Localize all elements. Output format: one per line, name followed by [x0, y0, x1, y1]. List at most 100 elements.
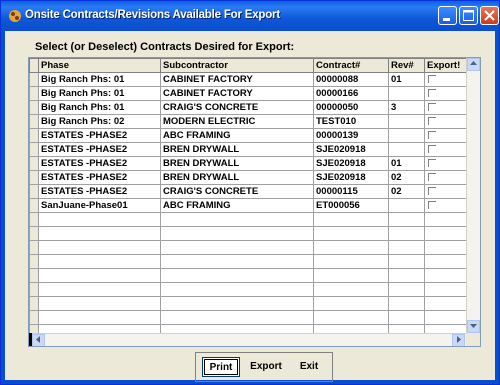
button-panel: Print Export Exit [195, 352, 333, 382]
table-row[interactable] [29, 226, 467, 241]
cell-rev [388, 226, 425, 241]
export-checkbox[interactable] [428, 75, 436, 83]
horizontal-scrollbar[interactable] [29, 333, 480, 346]
scroll-down-button[interactable] [467, 320, 480, 333]
export-checkbox[interactable] [428, 201, 436, 209]
scroll-up-button[interactable] [467, 58, 480, 71]
title-bar[interactable]: Onsite Contracts/Revisions Available For… [1, 1, 499, 31]
cell-subcontractor: ABC FRAMING [160, 128, 314, 143]
table-row[interactable] [29, 296, 467, 311]
row-selector[interactable] [29, 100, 39, 115]
cell-contract: ET000056 [313, 198, 389, 213]
cell-contract [313, 282, 389, 297]
row-selector-header [29, 58, 39, 73]
row-selector[interactable] [29, 72, 39, 87]
column-header-subcontractor[interactable]: Subcontractor [160, 58, 314, 73]
arrow-down-icon [470, 324, 477, 328]
export-checkbox[interactable] [428, 89, 436, 97]
table-row[interactable]: ESTATES -PHASE2 CRAIG'S CONCRETE 00000115 0… [29, 184, 467, 199]
export-checkbox[interactable] [428, 131, 436, 139]
cell-export [424, 100, 467, 115]
cell-contract [313, 268, 389, 283]
cell-phase: Big Ranch Phs: 01 [38, 100, 161, 115]
close-button[interactable] [480, 6, 499, 25]
row-selector[interactable] [29, 198, 39, 213]
exit-button[interactable]: Exit [291, 357, 327, 377]
row-selector[interactable] [29, 156, 39, 171]
row-selector[interactable] [29, 170, 39, 185]
table-row[interactable]: Big Ranch Phs: 01 CABINET FACTORY 00000088… [29, 72, 467, 87]
cell-phase: ESTATES -PHASE2 [38, 156, 161, 171]
export-checkbox[interactable] [428, 159, 436, 167]
cell-rev [388, 128, 425, 143]
minimize-button[interactable] [438, 6, 457, 25]
cell-export [424, 198, 467, 213]
export-checkbox[interactable] [428, 103, 436, 111]
table-row[interactable] [29, 240, 467, 255]
row-selector[interactable] [29, 114, 39, 129]
window-frame-right [495, 31, 499, 384]
row-selector[interactable] [29, 212, 39, 227]
export-checkbox[interactable] [428, 117, 436, 125]
maximize-icon [463, 10, 474, 21]
row-selector[interactable] [29, 128, 39, 143]
contracts-grid[interactable]: Phase Subcontractor Contract# Rev# Expor… [28, 57, 481, 347]
column-header-phase[interactable]: Phase [38, 58, 161, 73]
cell-phase [38, 240, 161, 255]
row-selector[interactable] [29, 310, 39, 325]
export-checkbox[interactable] [428, 145, 436, 153]
scrollbar-corner [466, 333, 480, 346]
row-selector[interactable] [29, 282, 39, 297]
print-button[interactable]: Print [202, 357, 240, 377]
export-button[interactable]: Export [246, 357, 286, 377]
maximize-button[interactable] [459, 6, 478, 25]
cell-export [424, 240, 467, 255]
cell-subcontractor: ABC FRAMING [160, 198, 314, 213]
cell-export [424, 282, 467, 297]
table-row[interactable]: ESTATES -PHASE2 BREN DRYWALL SJE020918 01 [29, 156, 467, 171]
cell-subcontractor [160, 268, 314, 283]
export-checkbox[interactable] [428, 187, 436, 195]
cell-export [424, 212, 467, 227]
row-selector[interactable] [29, 254, 39, 269]
cell-subcontractor: CABINET FACTORY [160, 72, 314, 87]
row-selector[interactable] [29, 226, 39, 241]
row-selector[interactable] [29, 268, 39, 283]
table-row[interactable]: Big Ranch Phs: 02 MODERN ELECTRIC TEST010 [29, 114, 467, 129]
scroll-right-button[interactable] [452, 334, 465, 346]
table-row[interactable] [29, 282, 467, 297]
cell-rev [388, 268, 425, 283]
row-selector[interactable] [29, 296, 39, 311]
vertical-scrollbar[interactable] [466, 58, 480, 333]
export-dialog: Onsite Contracts/Revisions Available For… [0, 0, 500, 385]
table-row[interactable] [29, 254, 467, 269]
cell-subcontractor [160, 226, 314, 241]
column-header-contract[interactable]: Contract# [313, 58, 389, 73]
cell-phase: ESTATES -PHASE2 [38, 142, 161, 157]
cell-contract: 00000050 [313, 100, 389, 115]
column-header-export[interactable]: Export! [424, 58, 467, 73]
table-row[interactable]: Big Ranch Phs: 01 CRAIG'S CONCRETE 0000005… [29, 100, 467, 115]
table-row[interactable] [29, 310, 467, 325]
cell-phase: SanJuane-Phase01 [38, 198, 161, 213]
table-row[interactable]: ESTATES -PHASE2 BREN DRYWALL SJE020918 [29, 142, 467, 157]
scroll-left-button[interactable] [32, 334, 45, 346]
cell-subcontractor [160, 296, 314, 311]
cell-phase [38, 282, 161, 297]
cell-export [424, 226, 467, 241]
cell-subcontractor [160, 212, 314, 227]
table-row[interactable] [29, 268, 467, 283]
cell-subcontractor: CRAIG'S CONCRETE [160, 184, 314, 199]
row-selector[interactable] [29, 142, 39, 157]
row-indicator [29, 333, 32, 346]
table-row[interactable]: SanJuane-Phase01 ABC FRAMING ET000056 [29, 198, 467, 213]
row-selector[interactable] [29, 240, 39, 255]
column-header-rev[interactable]: Rev# [388, 58, 425, 73]
table-row[interactable]: ESTATES -PHASE2 ABC FRAMING 00000139 [29, 128, 467, 143]
row-selector[interactable] [29, 86, 39, 101]
table-row[interactable] [29, 212, 467, 227]
export-checkbox[interactable] [428, 173, 436, 181]
table-row[interactable]: Big Ranch Phs: 01 CABINET FACTORY 00000166 [29, 86, 467, 101]
table-row[interactable]: ESTATES -PHASE2 BREN DRYWALL SJE020918 02 [29, 170, 467, 185]
row-selector[interactable] [29, 184, 39, 199]
